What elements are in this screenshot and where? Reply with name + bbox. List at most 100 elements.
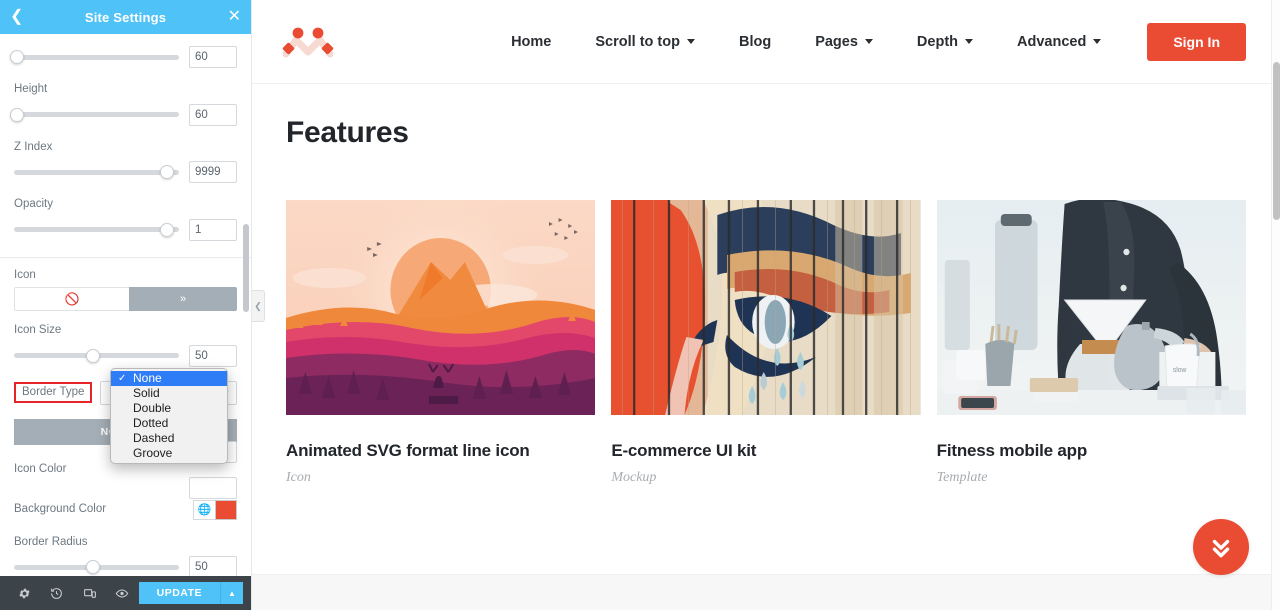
chevron-down-icon (1093, 39, 1102, 44)
background-color-swatch[interactable] (215, 499, 237, 520)
slider-knob-height[interactable] (10, 107, 25, 122)
close-icon[interactable]: ✕ (228, 9, 241, 25)
painted-eye-mural-on-wood-planks[interactable] (611, 200, 921, 415)
slider-knob-icon-size[interactable] (86, 348, 101, 363)
double-chevron-down-icon[interactable]: » (129, 287, 237, 311)
border-type-dropdown-menu[interactable]: ✓ None Solid Double Dotted Dashed Groove (110, 368, 228, 464)
panel-title: Site Settings (84, 9, 167, 25)
sign-in-button[interactable]: Sign In (1147, 22, 1246, 61)
control-row-icon-size: Icon Size 50 (14, 324, 237, 369)
responsive-icon[interactable] (73, 576, 106, 610)
nav-item-blog[interactable]: Blog (717, 34, 793, 50)
slider-track-opacity[interactable] (14, 222, 179, 237)
panel-collapse-handle[interactable]: ❮ (252, 290, 265, 322)
barista-pour-over-coffee-photo[interactable]: slow (936, 200, 1246, 415)
nav-item-pages[interactable]: Pages (793, 34, 895, 50)
feature-card[interactable]: Animated SVG format line icon Icon (286, 200, 596, 486)
value-input-opacity[interactable]: 1 (189, 218, 237, 241)
hidden-input-b[interactable] (189, 477, 237, 499)
panel-header: ❮ Site Settings ✕ (0, 0, 251, 34)
update-button[interactable]: UPDATE (138, 582, 222, 604)
value-input-height[interactable]: 60 (189, 103, 237, 126)
card-title: E-commerce UI kit (611, 441, 757, 460)
label-icon: Icon (14, 268, 36, 281)
editor-app: ❮ Site Settings ✕ 60 Height 60 Z Index 9… (0, 0, 1280, 610)
control-row-icon: Icon 🚫 » (14, 268, 237, 311)
value-input-border-radius[interactable]: 50 (189, 556, 237, 576)
slider-track-height[interactable] (10, 107, 179, 122)
dropdown-option-label: Groove (133, 446, 173, 460)
gear-icon[interactable] (8, 576, 41, 610)
slider-knob-0[interactable] (10, 50, 25, 64)
slider-row-zindex: 9999 (14, 159, 237, 185)
chevron-down-icon (864, 39, 873, 44)
value-input-0[interactable]: 60 (189, 46, 237, 68)
card-title: Animated SVG format line icon (286, 441, 530, 460)
dropdown-option-label: Solid (133, 386, 160, 400)
chevron-left-icon[interactable]: ❮ (10, 9, 23, 25)
eye-icon[interactable] (106, 576, 139, 610)
slider-track-border-radius[interactable] (14, 560, 179, 574)
panel-body: 60 Height 60 Z Index 9999 Opacity 1 Icon… (0, 34, 251, 576)
label-icon-color: Icon Color (14, 462, 67, 475)
history-icon[interactable] (41, 576, 74, 610)
feature-cards: Animated SVG format line icon Icon E-com… (280, 150, 1252, 486)
check-icon: ✓ (118, 373, 127, 384)
card-subtitle: Mockup (611, 470, 657, 485)
value-input-icon-size[interactable]: 50 (189, 344, 237, 367)
chevron-up-icon[interactable]: ▲ (221, 582, 244, 604)
globe-icon[interactable]: 🌐 (193, 499, 215, 520)
label-height: Height (14, 83, 48, 95)
slider-track-0[interactable] (10, 50, 179, 64)
dropdown-option-groove[interactable]: Groove (111, 446, 227, 461)
site-content: Features Animated SVG format line icon I… (252, 84, 1280, 486)
nav-item-label: Advanced (1017, 33, 1087, 50)
label-border-type: Border Type (14, 381, 93, 404)
panel-scrollbar[interactable] (243, 34, 249, 576)
slider-track-zindex[interactable] (14, 165, 179, 179)
slider-track-icon-size[interactable] (14, 348, 179, 363)
slider-row-opacity: 1 (14, 217, 237, 243)
slider-knob-opacity[interactable] (160, 222, 175, 237)
nav-item-scroll-to-top[interactable]: Scroll to top (573, 34, 717, 50)
scroll-to-top-button[interactable] (1193, 519, 1249, 575)
feature-card[interactable]: E-commerce UI kit Mockup (611, 200, 921, 486)
preview-footer-strip (252, 574, 1280, 610)
sunset-mountain-forest-illustration[interactable] (286, 200, 596, 415)
browser-scrollbar-thumb[interactable] (1273, 62, 1280, 220)
divider (0, 256, 251, 258)
nav-item-label: Home (511, 33, 552, 50)
slider-row-border-radius: 50 (14, 554, 237, 576)
nav-item-label: Pages (815, 33, 858, 50)
card-title: Fitness mobile app (936, 441, 1088, 460)
chevron-down-icon (686, 39, 695, 44)
dropdown-option-dotted[interactable]: Dotted (111, 416, 227, 431)
slider-row-0: 60 (10, 44, 237, 70)
label-background-color: Background Color (14, 502, 107, 515)
dropdown-option-solid[interactable]: Solid (111, 386, 227, 401)
double-chevron-down-icon (1212, 539, 1230, 558)
browser-scrollbar[interactable] (1271, 0, 1280, 610)
nav-item-depth[interactable]: Depth (895, 34, 995, 50)
dropdown-option-double[interactable]: Double (111, 401, 227, 416)
slider-knob-zindex[interactable] (160, 165, 175, 179)
update-button-group: UPDATE ▲ (138, 582, 244, 604)
label-icon-size: Icon Size (14, 324, 62, 336)
card-subtitle: Icon (286, 470, 311, 485)
label-opacity: Opacity (14, 198, 53, 210)
nav-item-advanced[interactable]: Advanced (995, 34, 1123, 50)
slider-knob-border-radius[interactable] (86, 560, 101, 574)
nav-item-home[interactable]: Home (489, 34, 573, 50)
ban-icon[interactable]: 🚫 (14, 287, 129, 311)
page-title: Features (286, 116, 409, 149)
panel-scrollbar-thumb[interactable] (243, 224, 249, 312)
dropdown-option-dashed[interactable]: Dashed (111, 431, 227, 446)
feature-card[interactable]: slow Fitness mobile app Template (936, 200, 1246, 486)
brand-logo-icon[interactable] (280, 24, 336, 60)
control-row-height: Height 60 (10, 83, 237, 128)
value-input-zindex[interactable]: 9999 (189, 161, 237, 183)
dropdown-option-none[interactable]: ✓ None (111, 371, 227, 386)
label-zindex: Z Index (14, 140, 53, 153)
dropdown-option-label: Double (133, 401, 172, 415)
slider-row-icon-size: 50 (14, 343, 237, 369)
